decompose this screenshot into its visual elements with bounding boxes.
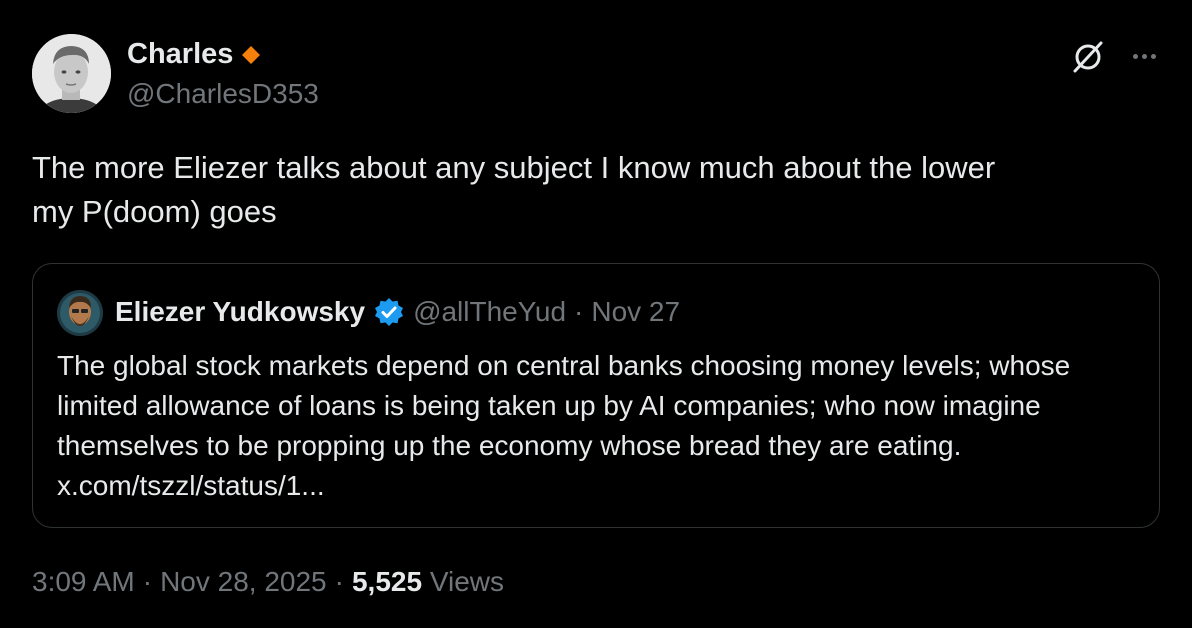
quoted-author-name[interactable]: Eliezer Yudkowsky — [115, 296, 365, 328]
meta-separator-1: · — [142, 566, 153, 597]
more-icon[interactable] — [1126, 38, 1162, 74]
avatar-photo — [32, 34, 111, 113]
tweet-text: The more Eliezer talks about any subject… — [32, 150, 996, 229]
quoted-tweet-text: The global stock markets depend on centr… — [57, 346, 1147, 506]
quoted-date[interactable]: Nov 27 — [591, 296, 680, 328]
tweet-date[interactable]: Nov 28, 2025 — [160, 566, 327, 598]
author-handle[interactable]: @CharlesD353 — [127, 78, 319, 110]
quoted-separator: · — [574, 296, 584, 327]
grok-icon[interactable] — [1068, 37, 1108, 77]
author-name-row[interactable]: Charles — [127, 38, 261, 71]
author-name[interactable]: Charles — [127, 38, 233, 71]
verified-badge-icon — [375, 298, 404, 326]
quoted-header: Eliezer Yudkowsky @allTheYud · Nov 27 — [115, 296, 680, 328]
quoted-author-avatar[interactable] — [57, 290, 103, 336]
views-label: Views — [429, 566, 505, 597]
views-count[interactable]: 5,525 — [352, 566, 422, 597]
quoted-link[interactable]: x.com/tszzl/status/1... — [57, 470, 325, 501]
quoted-tweet[interactable]: Eliezer Yudkowsky @allTheYud · Nov 27 Th… — [32, 263, 1160, 528]
quoted-text-body: The global stock markets depend on centr… — [57, 350, 1071, 461]
tweet-time[interactable]: 3:09 AM — [32, 566, 135, 598]
quoted-avatar-image — [57, 290, 103, 336]
diamond-badge-icon — [242, 45, 261, 64]
quoted-author-handle[interactable]: @allTheYud — [413, 296, 566, 328]
tweet-meta: 3:09 AM · Nov 28, 2025 · 5,525 Views — [32, 566, 504, 598]
author-avatar[interactable] — [32, 34, 111, 113]
meta-separator-2: · — [334, 566, 344, 597]
